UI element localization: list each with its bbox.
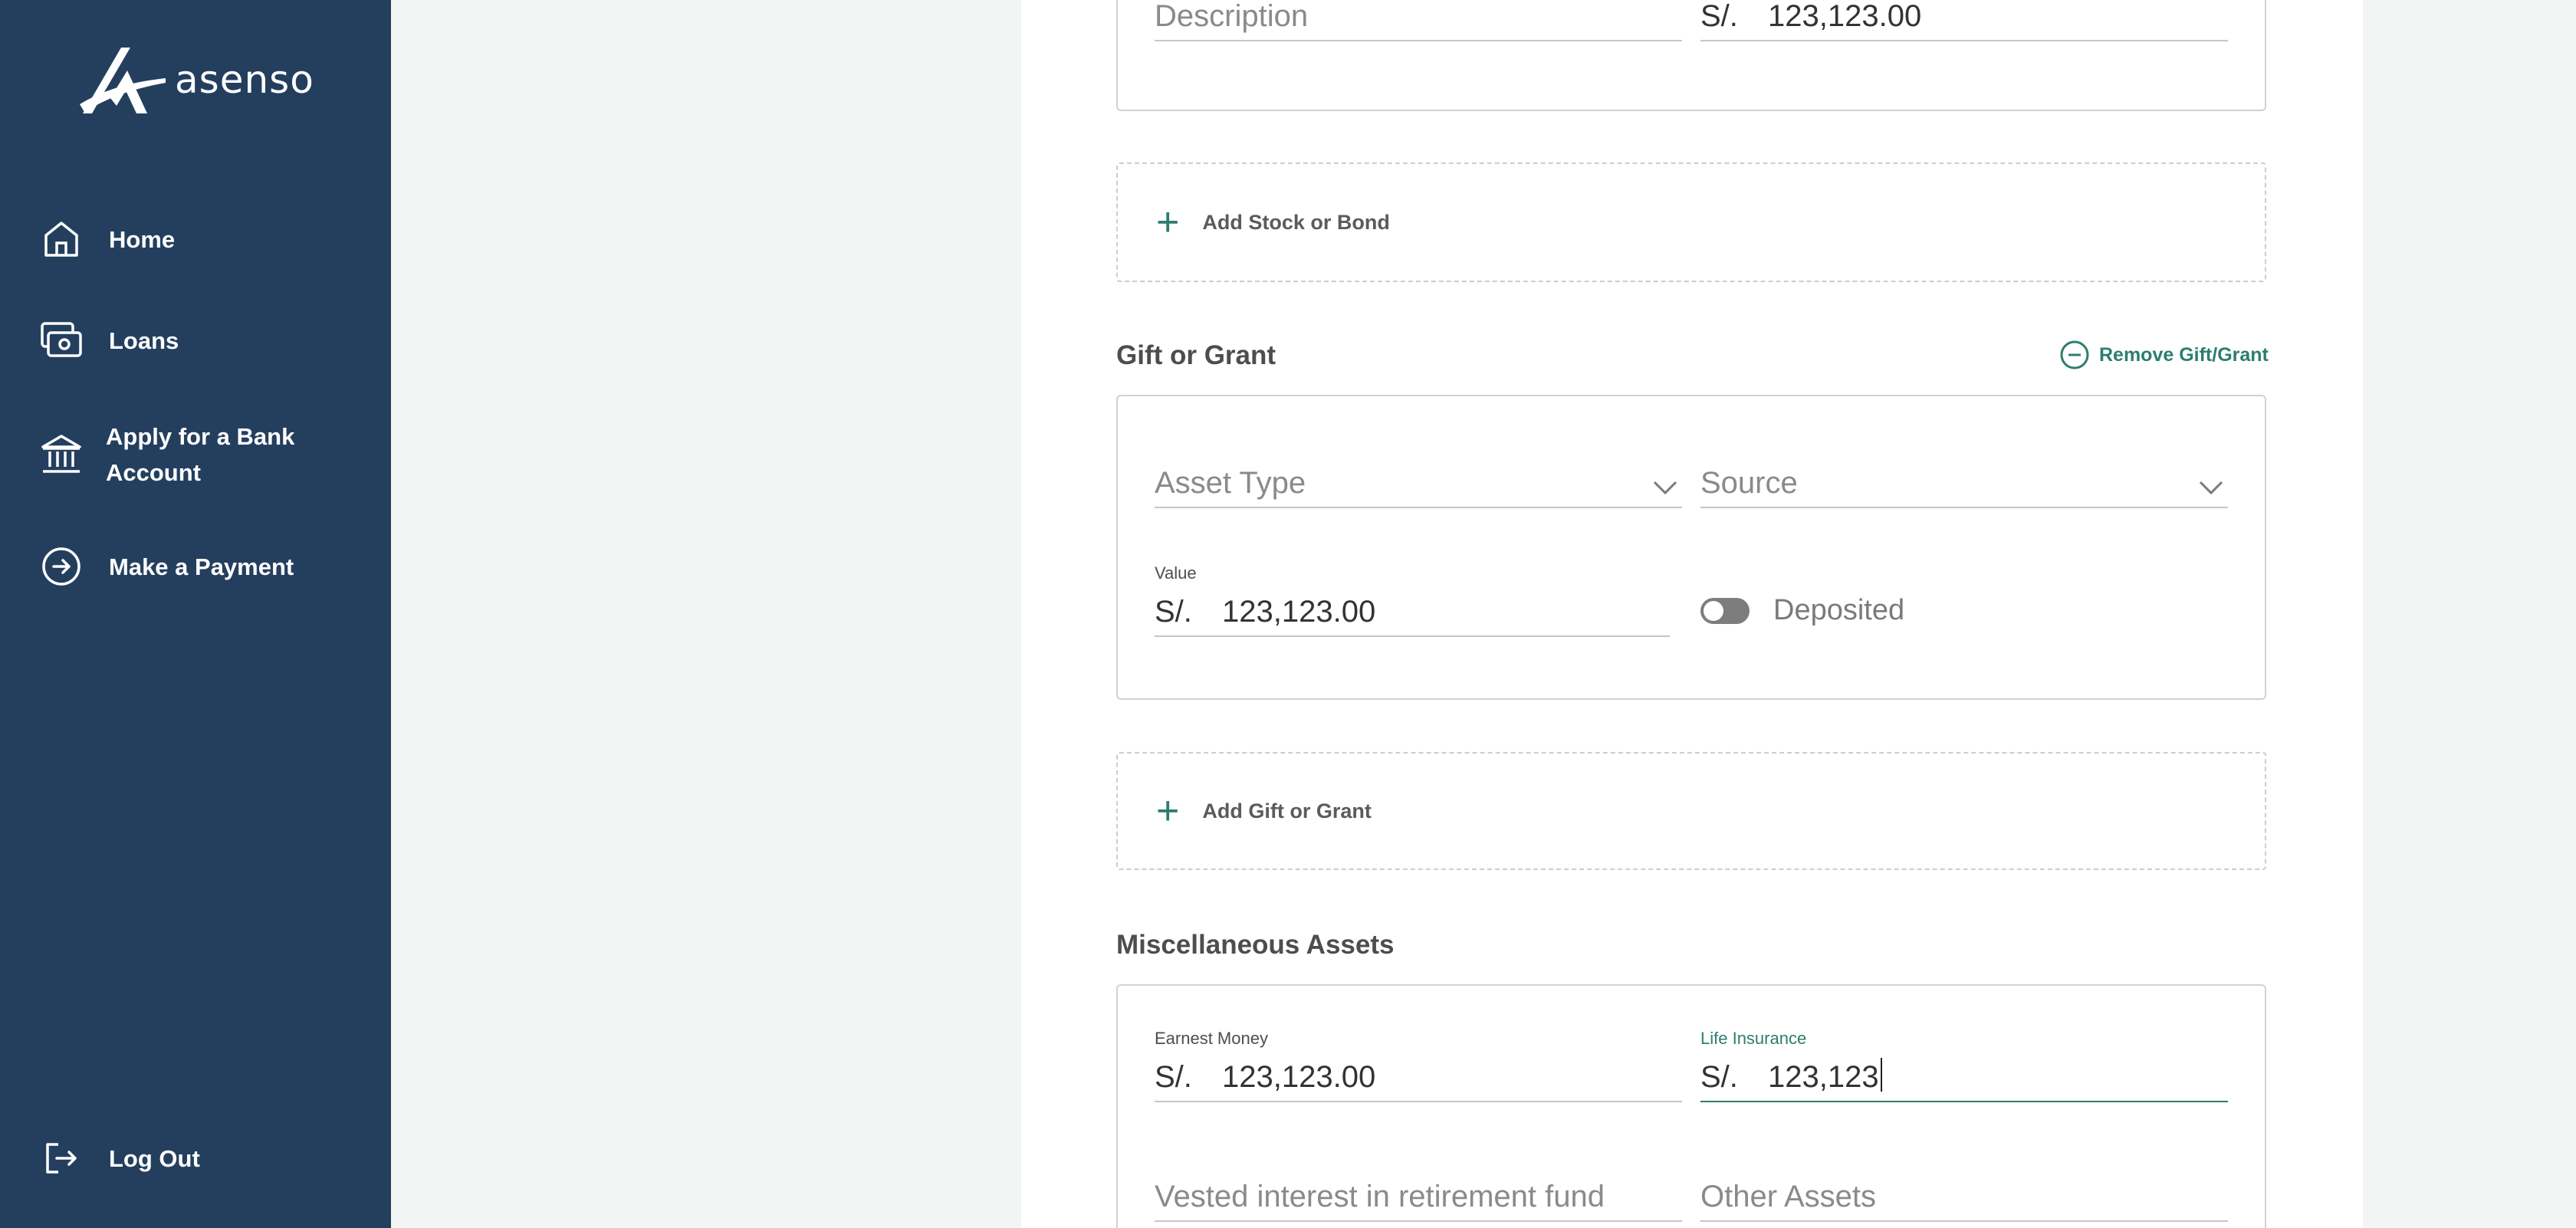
add-stock-bond-label: Add Stock or Bond: [1202, 210, 1390, 234]
gift-card: Asset Type Source Value S/. 123,123.00 D…: [1116, 395, 2266, 700]
plus-icon: +: [1156, 789, 1180, 833]
gift-value: 123,123.00: [1222, 595, 1376, 629]
source-select[interactable]: Source: [1700, 461, 2228, 508]
home-icon: [40, 218, 83, 261]
life-insurance-value: 123,123: [1768, 1060, 1879, 1094]
sidebar-item-loans[interactable]: Loans: [40, 319, 179, 362]
currency-prefix: S/.: [1700, 1060, 1738, 1094]
currency-prefix: S/.: [1155, 1060, 1192, 1094]
add-gift-grant-button[interactable]: + Add Gift or Grant: [1116, 752, 2266, 870]
asset-type-placeholder: Asset Type: [1155, 466, 1306, 500]
sidebar: asenso Home Loans Apply for a Bank Accou…: [0, 0, 391, 1228]
misc-section-title: Miscellaneous Assets: [1116, 930, 1395, 960]
sidebar-item-label: Apply for a Bank Account: [106, 423, 295, 486]
currency-prefix: S/.: [1155, 595, 1192, 629]
other-assets-placeholder: Other Assets: [1700, 1180, 1876, 1213]
brand-logo[interactable]: asenso: [77, 44, 314, 115]
bank-icon: [40, 433, 83, 476]
arrow-circle-icon: [40, 545, 83, 588]
source-placeholder: Source: [1700, 466, 1798, 500]
gift-value-field[interactable]: S/. 123,123.00: [1155, 589, 1670, 637]
deposited-toggle[interactable]: [1700, 598, 1750, 624]
vested-interest-placeholder: Vested interest in retirement fund: [1155, 1180, 1605, 1213]
money-icon: [40, 319, 83, 362]
sidebar-item-home[interactable]: Home: [40, 218, 175, 261]
asenso-logo-icon: [80, 48, 166, 113]
text-caret: [1880, 1058, 1882, 1092]
add-gift-grant-label: Add Gift or Grant: [1202, 799, 1372, 822]
toggle-knob: [1704, 601, 1723, 621]
sidebar-item-label: Home: [109, 225, 176, 253]
minus-circle-icon: [2060, 340, 2089, 369]
chevron-down-icon: [2199, 481, 2223, 494]
description-field[interactable]: Description: [1155, 0, 1682, 41]
gift-section-title: Gift or Grant: [1116, 340, 1276, 370]
logout-icon: [40, 1137, 83, 1180]
logout-label: Log Out: [109, 1144, 200, 1172]
sidebar-item-make-payment[interactable]: Make a Payment: [40, 545, 294, 588]
life-insurance-field[interactable]: S/. 123,123: [1700, 1055, 2228, 1102]
stock-bond-card: Description S/. 123,123.00: [1116, 0, 2266, 111]
other-assets-field[interactable]: Other Assets: [1700, 1174, 2228, 1222]
currency-prefix: S/.: [1700, 0, 1738, 33]
life-insurance-label: Life Insurance: [1700, 1029, 1807, 1048]
vested-interest-field[interactable]: Vested interest in retirement fund: [1155, 1174, 1682, 1222]
earnest-money-label: Earnest Money: [1155, 1029, 1268, 1048]
misc-card: Earnest Money S/. 123,123.00 Life Insura…: [1116, 984, 2266, 1228]
sidebar-item-bank-account[interactable]: Apply for a Bank Account: [40, 419, 305, 491]
logout-button[interactable]: Log Out: [40, 1137, 200, 1180]
sidebar-item-label: Make a Payment: [109, 553, 294, 580]
asset-type-select[interactable]: Asset Type: [1155, 461, 1682, 508]
chevron-down-icon: [1653, 481, 1677, 494]
earnest-money-value: 123,123.00: [1222, 1060, 1376, 1094]
remove-gift-button[interactable]: Remove Gift/Grant: [2059, 340, 2269, 370]
value-label: Value: [1155, 563, 1197, 583]
life-insurance-value-wrap: 123,123: [1768, 1058, 1882, 1095]
deposited-label: Deposited: [1773, 594, 1905, 626]
plus-icon: +: [1156, 200, 1180, 245]
sidebar-item-label: Loans: [109, 327, 179, 354]
earnest-money-field[interactable]: S/. 123,123.00: [1155, 1055, 1682, 1102]
add-stock-bond-button[interactable]: + Add Stock or Bond: [1116, 163, 2266, 282]
description-placeholder: Description: [1155, 0, 1309, 33]
stock-value: 123,123.00: [1768, 0, 1922, 33]
brand-name: asenso: [175, 57, 314, 102]
remove-gift-label: Remove Gift/Grant: [2099, 343, 2269, 366]
stock-value-field[interactable]: S/. 123,123.00: [1700, 0, 2228, 41]
